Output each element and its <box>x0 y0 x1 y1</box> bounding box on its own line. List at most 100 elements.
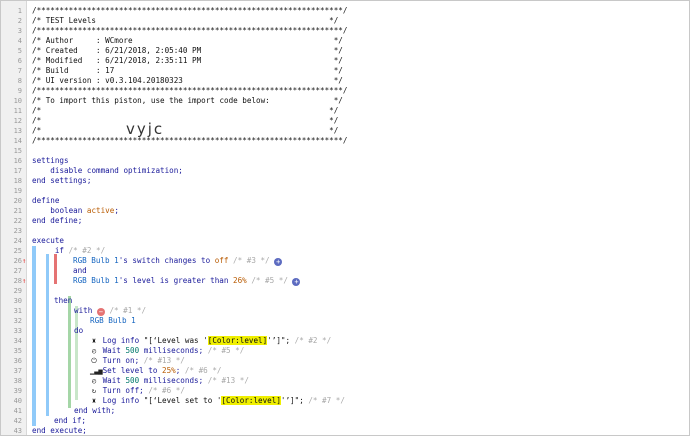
code-line: 27 and <box>1 266 689 276</box>
code-line: 34 ♜ Log info "[‘Level was '[Color:level]… <box>1 336 689 346</box>
token-wait-pre: Wait <box>102 346 126 355</box>
token-turn-on: Turn on; <box>102 356 140 365</box>
line-number: 6 <box>17 57 22 65</box>
code-text: ♜ Log info "[‘Level was '[Color:level]'’… <box>32 336 331 346</box>
token-turn-off-cmt: /* #6 */ <box>148 386 185 395</box>
token-end-execute: end execute; <box>32 426 87 435</box>
code-line: 25 if /* #2 */ <box>1 246 689 256</box>
highlight-expression: [Color:level] <box>207 336 268 345</box>
token-with: with <box>74 306 93 315</box>
code-text: ♜ Log info "[‘Level set to '[Color:level… <box>32 396 345 406</box>
log-icon: ♜ <box>91 337 97 345</box>
code-line: 14 /*************************************… <box>1 136 689 146</box>
code-text: and <box>32 266 87 276</box>
token-set-level-val: 25% <box>162 366 176 375</box>
code-text: /***************************************… <box>32 26 348 35</box>
code-line: 22 end define; <box>1 216 689 226</box>
code-text: RGB Bulb 1 <box>32 316 136 326</box>
minus-circle-icon[interactable]: − <box>96 308 105 316</box>
line-number: 22 <box>13 217 22 225</box>
token-semicolon: ; <box>114 206 119 215</box>
token-device: RGB Bulb 1 <box>90 316 136 325</box>
line-number: 1 <box>17 7 22 15</box>
line-number: 8 <box>17 77 22 85</box>
plus-circle-icon[interactable]: + <box>274 258 283 266</box>
token-end-settings: end settings; <box>32 176 92 185</box>
code-line: 9 /**************************************… <box>1 86 689 96</box>
code-line: 7 /* Build : 17 */ <box>1 66 689 76</box>
code-line: 12 /* */ <box>1 116 689 126</box>
token-log1-cmt: /* #2 */ <box>294 336 332 345</box>
code-line: 32 RGB Bulb 1 <box>1 316 689 326</box>
clock-icon: ◴ <box>91 377 97 385</box>
highlight-expression: [Color:level] <box>221 396 281 405</box>
line-number: 40 <box>13 397 22 405</box>
token-if-cmt: /* #2 */ <box>68 246 106 255</box>
token-with-cmt: /* #1 */ <box>109 306 147 315</box>
line-number: 16 <box>13 157 22 165</box>
code-text: /* */ <box>32 116 339 125</box>
code-text: /***************************************… <box>32 86 348 95</box>
code-line: 29 <box>1 286 689 296</box>
token-log1-post: '’]"; <box>267 336 291 345</box>
code-text: /* To import this piston, use the import… <box>32 96 343 105</box>
token-end-define: end define; <box>32 216 83 225</box>
line-number: 39 <box>13 387 22 395</box>
plus-circle-icon[interactable]: + <box>292 278 301 286</box>
code-text: boolean active; <box>32 206 119 216</box>
line-number: 23 <box>13 227 22 235</box>
code-line: 42 end if; <box>1 416 689 426</box>
line-number: 19 <box>13 187 22 195</box>
line-number: 28 <box>13 277 22 285</box>
code-text: ↻ Turn off; /* #6 */ <box>32 386 185 396</box>
line-number: 33 <box>13 327 22 335</box>
line-number: 13 <box>13 127 22 135</box>
code-line: 18 end settings; <box>1 176 689 186</box>
power-icon: ⏻ <box>91 357 97 365</box>
token-end-with: end with; <box>74 406 116 415</box>
line-number: 43 <box>13 427 22 435</box>
code-line: 41 end with; <box>1 406 689 416</box>
code-text: /* */ <box>32 106 339 115</box>
code-text: end execute; <box>32 426 87 435</box>
line-number: 29 <box>13 287 22 295</box>
code-text: end with; <box>32 406 115 416</box>
piston-editor: 1 /**************************************… <box>0 0 690 436</box>
code-text: then <box>32 296 72 306</box>
line-number: 17 <box>13 167 22 175</box>
token-do: do <box>74 326 84 335</box>
token-turn-off: Turn off; <box>102 386 144 395</box>
code-line: 37 ▁▃▅ Set level to 25%; /* #6 */ <box>1 366 689 376</box>
token-active: active <box>86 206 115 215</box>
line-number: 18 <box>13 177 22 185</box>
code-text: end if; <box>32 416 86 426</box>
line-number: 3 <box>17 27 22 35</box>
token-cond2-cmt: /* #5 */ <box>251 276 288 285</box>
code-text: ▁▃▅ Set level to 25%; /* #6 */ <box>32 366 221 376</box>
token-wait-num: 500 <box>125 346 140 355</box>
line-number: 9 <box>17 87 22 95</box>
line-number: 21 <box>13 207 22 215</box>
code-line: 28 ↑ RGB Bulb 1's level is greater than 26… <box>1 276 689 286</box>
line-number: 34 <box>13 337 22 345</box>
token-turn-on-cmt: /* #13 */ <box>143 356 185 365</box>
token-then: then <box>54 296 73 305</box>
signal-icon: ▁▃▅ <box>90 367 103 375</box>
code-text: execute <box>32 236 64 246</box>
code-text: RGB Bulb 1's level is greater than 26% /… <box>32 276 301 286</box>
line-number: 27 <box>13 267 22 275</box>
token-cond1-cmt: /* #3 */ <box>233 256 270 265</box>
line-number: 26 <box>13 257 22 265</box>
up-arrow-icon: ↑ <box>22 257 27 265</box>
line-number: 35 <box>13 347 22 355</box>
token-disable: disable command optimization; <box>50 166 183 175</box>
token-set-level-pre: Set level to <box>102 366 163 375</box>
code-line: 39 ↻ Turn off; /* #6 */ <box>1 386 689 396</box>
code-text: RGB Bulb 1's switch changes to off /* #3… <box>32 256 283 266</box>
line-number: 2 <box>17 17 22 25</box>
code-line: 1 /**************************************… <box>1 6 689 16</box>
token-cond1-val: off <box>214 256 229 265</box>
line-number: 41 <box>13 407 22 415</box>
line-number: 36 <box>13 357 22 365</box>
code-line: 16 settings <box>1 156 689 166</box>
